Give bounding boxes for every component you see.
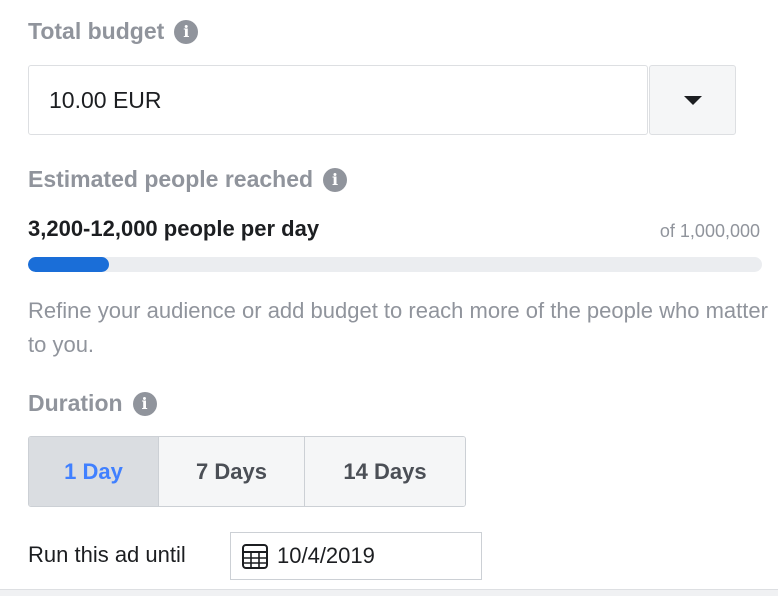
budget-currency-dropdown[interactable] (649, 65, 736, 135)
info-icon[interactable]: i (323, 167, 348, 192)
budget-input[interactable]: 10.00 EUR (28, 65, 648, 135)
duration-option-7-days[interactable]: 7 Days (159, 437, 305, 506)
calendar-icon (242, 544, 268, 569)
duration-label: Duration (28, 390, 123, 416)
estimated-reach-label: Estimated people reached (28, 166, 314, 192)
reach-progress-fill (28, 257, 109, 272)
run-until-label: Run this ad until (28, 542, 186, 567)
reach-range: 3,200-12,000 people per day (28, 216, 320, 241)
total-budget-label: Total budget (28, 18, 165, 44)
reach-progress-bar (28, 257, 762, 272)
estimated-reach-label-row: Estimated people reached i (28, 166, 348, 193)
reach-hint: Refine your audience or add budget to re… (28, 298, 768, 357)
duration-selector: 1 Day 7 Days 14 Days (28, 436, 466, 507)
duration-label-row: Duration i (28, 390, 157, 417)
info-icon[interactable]: i (132, 391, 157, 416)
duration-option-14-days[interactable]: 14 Days (305, 437, 465, 506)
info-icon[interactable]: i (174, 19, 199, 44)
bottom-divider (0, 589, 778, 596)
end-date-value: 10/4/2019 (277, 543, 375, 568)
budget-value: 10.00 EUR (49, 86, 162, 113)
reach-total: of 1,000,000 (659, 221, 760, 241)
end-date-input[interactable]: 10/4/2019 (230, 532, 482, 580)
total-budget-label-row: Total budget i (28, 18, 199, 45)
caret-down-icon (683, 95, 702, 105)
duration-option-1-day[interactable]: 1 Day (29, 437, 159, 506)
